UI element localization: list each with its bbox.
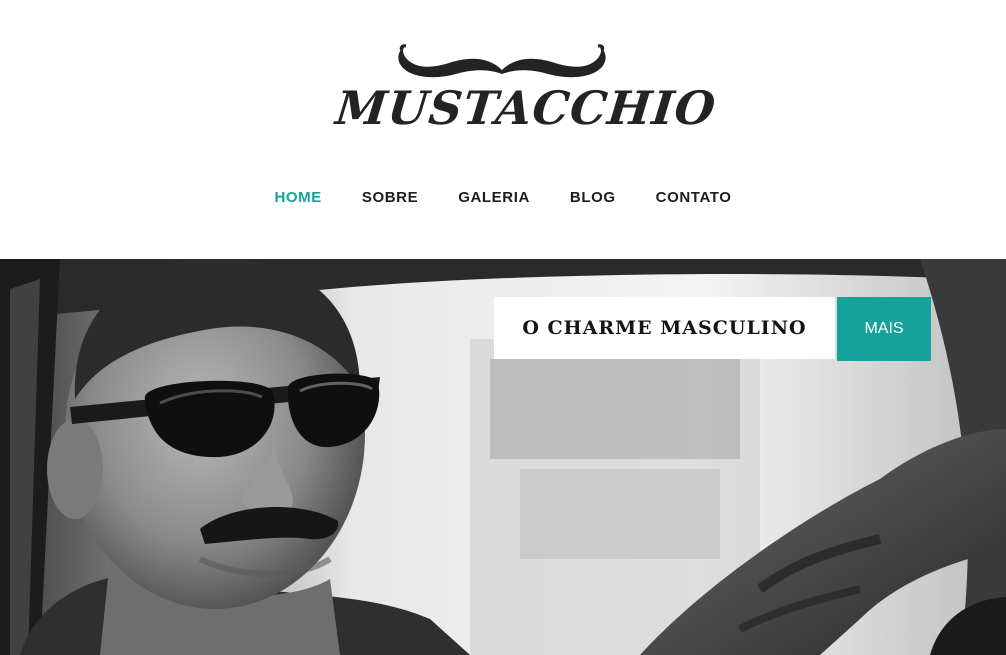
nav-item-galeria[interactable]: GALERIA [458, 186, 530, 210]
hero-caption-text: O CHARME MASCULINO [522, 317, 807, 339]
main-nav: HOME SOBRE GALERIA BLOG CONTATO [0, 186, 1006, 210]
page: MUSTACCHIO HOME SOBRE GALERIA BLOG CONTA… [0, 0, 1006, 655]
site-logo[interactable]: MUSTACCHIO [333, 36, 719, 146]
nav-item-blog[interactable]: BLOG [570, 186, 616, 210]
hero-banner: O CHARME MASCULINO MAIS [0, 259, 1006, 655]
nav-item-home[interactable]: HOME [274, 186, 321, 210]
site-header: MUSTACCHIO HOME SOBRE GALERIA BLOG CONTA… [0, 0, 1006, 259]
hero-caption: O CHARME MASCULINO [494, 297, 835, 359]
logo-wordmark: MUSTACCHIO [333, 81, 719, 135]
nav-item-contato[interactable]: CONTATO [656, 186, 732, 210]
hero-more-button[interactable]: MAIS [837, 297, 931, 361]
nav-item-sobre[interactable]: SOBRE [362, 186, 418, 210]
